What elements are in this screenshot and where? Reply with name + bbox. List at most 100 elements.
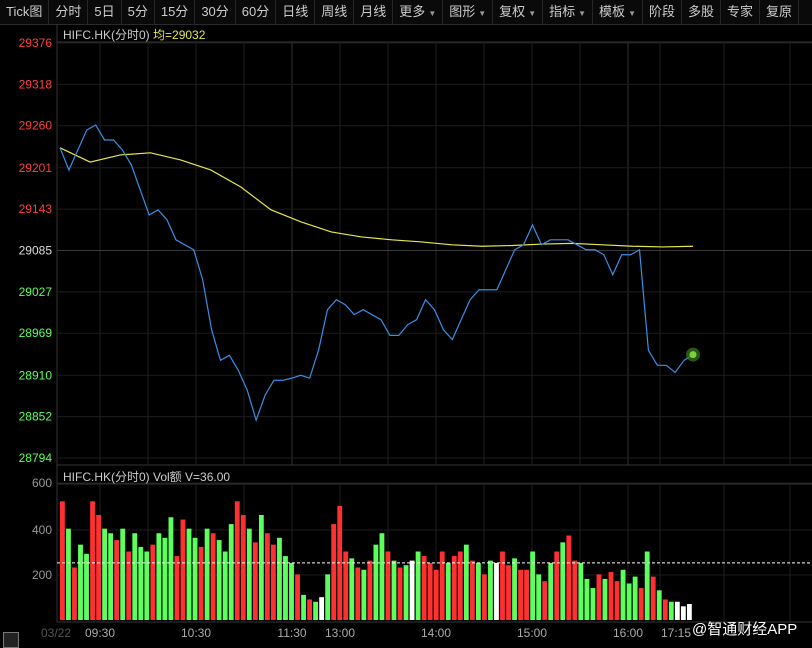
volume-bar xyxy=(120,528,126,620)
volume-bar xyxy=(343,551,349,620)
volume-bar xyxy=(349,558,355,620)
volume-bar xyxy=(445,562,451,620)
volume-tick-label: 400 xyxy=(32,523,52,537)
volume-bar xyxy=(554,551,560,620)
volume-bar xyxy=(512,558,517,620)
volume-bar xyxy=(295,574,300,620)
volume-bar xyxy=(482,574,487,620)
volume-bar xyxy=(283,556,288,620)
volume-bar xyxy=(246,528,252,620)
volume-bar xyxy=(162,537,168,620)
volume-bar xyxy=(325,574,331,620)
volume-bar xyxy=(572,560,578,620)
volume-bar xyxy=(90,501,95,620)
volume-bar xyxy=(108,533,114,620)
volume-bar xyxy=(331,524,337,620)
price-tick-label: 29376 xyxy=(19,36,53,50)
time-axis-label: 14:00 xyxy=(421,626,451,640)
time-axis-label: 10:30 xyxy=(181,626,211,640)
volume-bar xyxy=(96,514,101,620)
volume-bar xyxy=(385,551,391,620)
volume-tick-label: 200 xyxy=(32,568,52,582)
volume-bar xyxy=(307,599,312,620)
panel-toggle-button[interactable] xyxy=(3,632,19,648)
volume-bar xyxy=(198,546,204,620)
volume-bar xyxy=(560,542,566,620)
volume-bar xyxy=(662,599,668,620)
volume-bar xyxy=(258,514,264,620)
time-axis-label: 17:15 xyxy=(661,626,691,640)
volume-tick-label: 600 xyxy=(32,476,52,490)
volume-bar xyxy=(566,535,572,620)
chart-area[interactable]: 29376 29318 29260 29201 29143 29085 29027 28969… xyxy=(0,0,812,648)
price-panel-title: HIFC.HK(分时0) 均=29032 xyxy=(63,26,205,43)
volume-bar xyxy=(78,544,83,620)
volume-bar xyxy=(240,514,246,620)
volume-bar xyxy=(126,551,132,620)
time-axis-label: 11:30 xyxy=(277,626,306,640)
volume-bar xyxy=(427,562,433,620)
volume-bar xyxy=(421,556,427,620)
volume-bar xyxy=(614,581,620,620)
volume-bar xyxy=(252,542,258,620)
volume-bar xyxy=(680,606,686,620)
volume-bar xyxy=(644,551,650,620)
price-tick-label: 29318 xyxy=(19,77,53,91)
volume-bar xyxy=(475,562,481,620)
price-line xyxy=(59,124,694,423)
volume-bar xyxy=(596,574,602,620)
volume-bar xyxy=(590,588,596,620)
volume-bar xyxy=(150,544,156,620)
volume-bar xyxy=(415,551,421,620)
volume-bar xyxy=(578,562,584,620)
volume-bar xyxy=(66,528,71,620)
volume-bar xyxy=(204,528,210,620)
volume-bar xyxy=(301,594,306,620)
average-price-line xyxy=(59,147,694,248)
volume-bar xyxy=(277,537,282,620)
volume-bar xyxy=(60,501,65,620)
volume-bar xyxy=(608,572,614,620)
volume-bar xyxy=(518,569,523,620)
volume-bar xyxy=(488,560,493,620)
volume-bar xyxy=(409,560,415,620)
time-axis-label: 15:00 xyxy=(517,626,547,640)
volume-bar xyxy=(313,601,319,620)
volume-bar xyxy=(391,560,397,620)
volume-bar xyxy=(397,567,403,620)
volume-bar xyxy=(102,528,108,620)
volume-bar xyxy=(433,569,439,620)
price-tick-label: 29201 xyxy=(19,161,53,175)
current-price-dot xyxy=(689,351,697,359)
volume-bar xyxy=(584,578,590,620)
volume-bar xyxy=(500,551,505,620)
volume-bar xyxy=(656,590,662,620)
volume-bar xyxy=(650,576,656,620)
price-tick-label: 29260 xyxy=(19,119,53,133)
volume-bar xyxy=(457,551,463,620)
price-tick-label: 29085 xyxy=(19,244,53,258)
time-axis-label: 13:00 xyxy=(325,626,355,640)
volume-bar xyxy=(602,578,608,620)
volume-bar xyxy=(271,544,276,620)
volume-bar xyxy=(132,533,138,620)
volume-bar xyxy=(192,537,198,620)
time-axis-label: 09:30 xyxy=(85,626,115,640)
time-axis-label: 03/22 xyxy=(41,626,71,640)
volume-bar xyxy=(439,551,445,620)
volume-bar xyxy=(469,560,475,620)
volume-bar xyxy=(174,556,180,620)
volume-bar xyxy=(403,565,409,620)
volume-bar xyxy=(638,588,644,620)
volume-bar xyxy=(632,576,638,620)
volume-bar xyxy=(536,574,542,620)
price-tick-label: 29143 xyxy=(19,202,53,216)
price-tick-label: 29027 xyxy=(19,285,53,299)
volume-bar xyxy=(216,540,222,620)
volume-bar xyxy=(451,556,457,620)
volume-bar xyxy=(228,524,234,620)
volume-bar xyxy=(620,569,626,620)
volume-bar xyxy=(168,517,174,620)
volume-bar xyxy=(319,597,325,620)
price-tick-label: 28910 xyxy=(19,368,53,382)
